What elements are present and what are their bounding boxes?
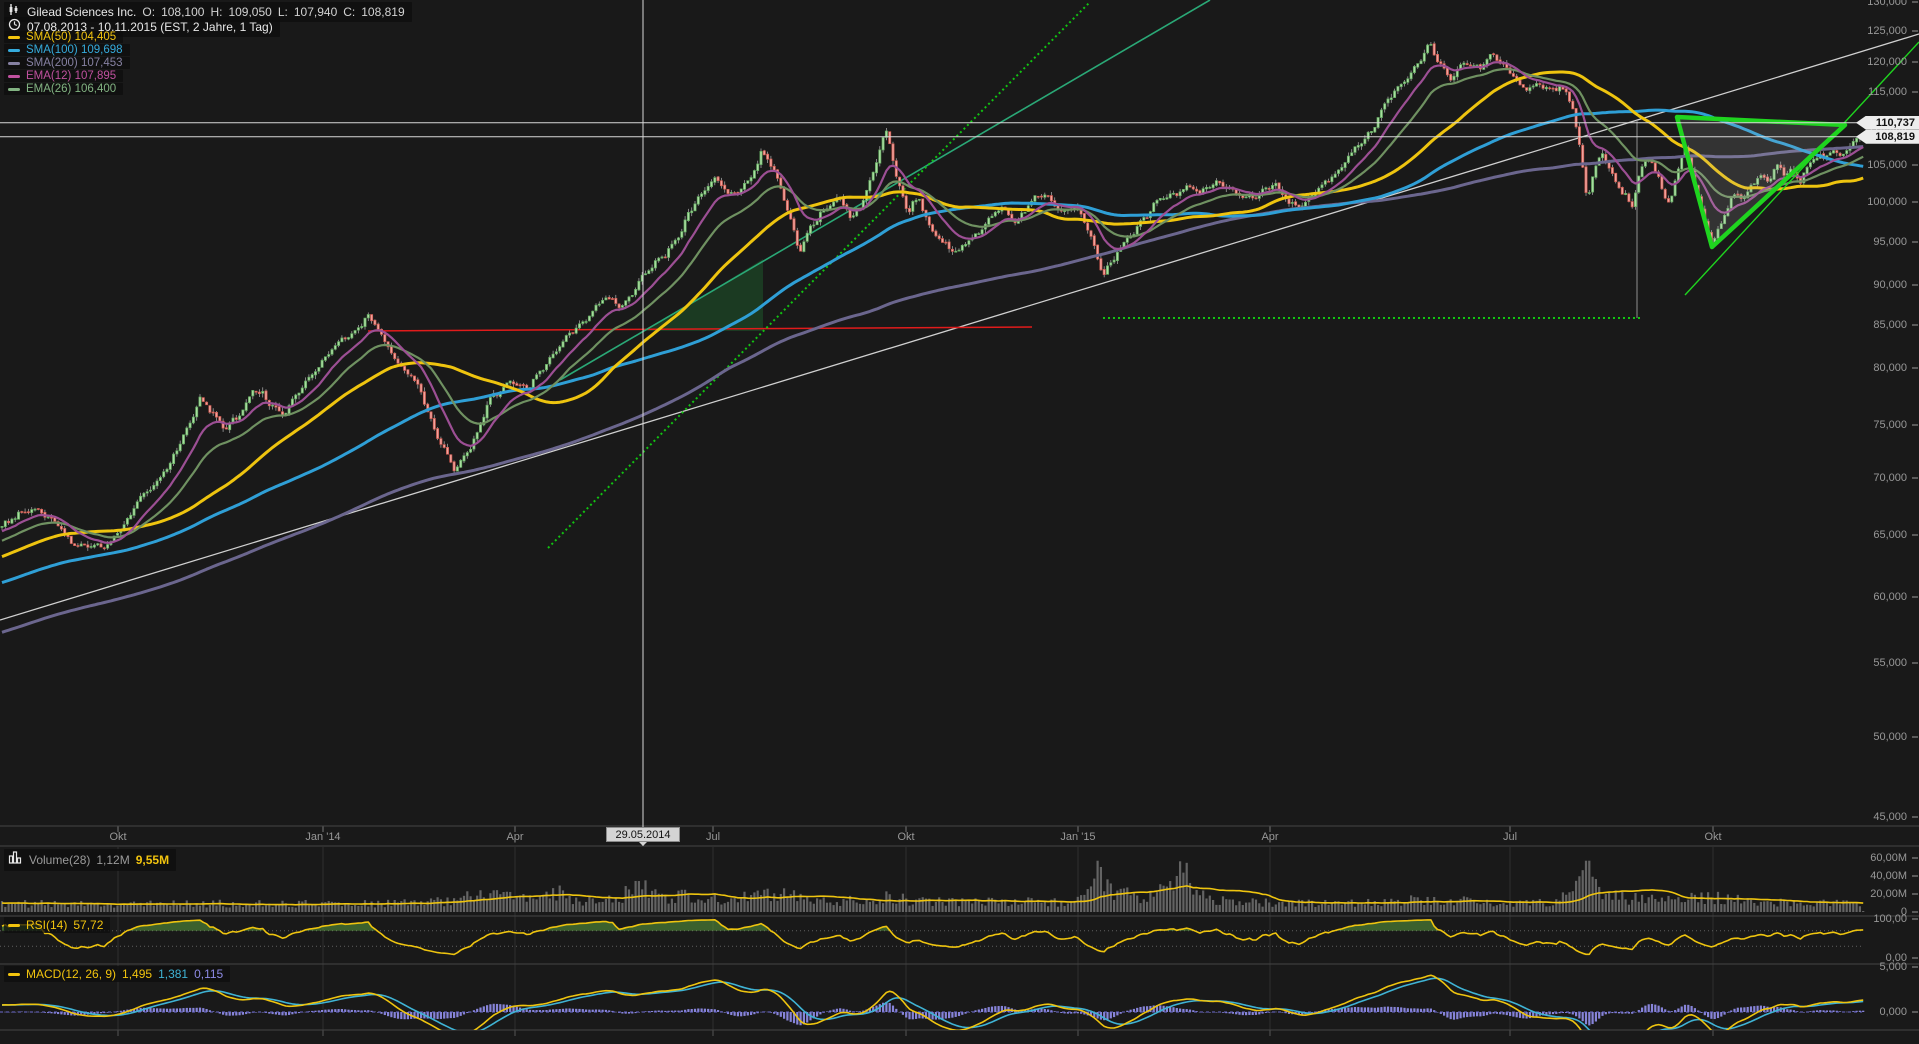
ema12-line — [2, 62, 1863, 543]
rsi-panel — [0, 920, 1863, 955]
rsi-label: RSI(14) — [26, 918, 67, 932]
crosshair-price-tag: 110,737 — [1856, 116, 1919, 130]
trading-chart-app: Gilead Sciences Inc. O: 108,100 H: 109,0… — [0, 0, 1919, 1044]
indicator-label-value: EMA(12) 107,895 — [26, 70, 116, 82]
price-axis-label: 105,000 — [1835, 159, 1907, 171]
time-axis-label: Okt — [78, 831, 158, 843]
rsi-line — [2, 920, 1863, 955]
macd-signal-line — [2, 978, 1863, 1041]
macd-color-dash — [8, 973, 20, 976]
close-label: C: — [343, 5, 355, 19]
sma100-line — [2, 110, 1863, 582]
ema26-line — [2, 69, 1863, 541]
close-value: 108,819 — [361, 5, 404, 19]
price-axis-label: 120,000 — [1835, 56, 1907, 68]
price-axis-label: 85,000 — [1835, 319, 1907, 331]
time-axis-label: Apr — [475, 831, 555, 843]
rsi-color-dash — [8, 924, 20, 927]
indicator-legend-row-sma50[interactable]: SMA(50) 104,405 — [4, 31, 123, 43]
indicator-legend-row-sma100[interactable]: SMA(100) 109,698 — [4, 44, 130, 56]
price-axis-label: 50,000 — [1835, 731, 1907, 743]
indicator-color-dash — [8, 88, 20, 91]
volume-bars-icon — [8, 850, 23, 870]
time-axis-label: Okt — [1673, 831, 1753, 843]
indicator-color-dash — [8, 36, 20, 39]
indicator-legend-row-ema12[interactable]: EMA(12) 107,895 — [4, 70, 123, 82]
volume-ma-value: 9,55M — [136, 853, 169, 867]
time-axis-label: Apr — [1230, 831, 1310, 843]
time-axis-label: Jul — [673, 831, 753, 843]
price-axis-label: 90,000 — [1835, 279, 1907, 291]
volume-legend-row[interactable]: Volume(28) 1,12M 9,55M — [4, 849, 176, 871]
indicator-legend-row-sma200[interactable]: SMA(200) 107,453 — [4, 57, 130, 69]
macd-line — [2, 975, 1863, 1044]
macd-axis-label: 5,000 — [1835, 961, 1907, 973]
indicator-color-dash — [8, 49, 20, 52]
indicator-label-value: SMA(100) 109,698 — [26, 44, 123, 56]
price-axis-label: 75,000 — [1835, 419, 1907, 431]
indicator-label-value: SMA(50) 104,405 — [26, 31, 116, 43]
crosshair-date-tag: 29.05.2014 — [606, 827, 680, 842]
price-axis-label: 45,000 — [1835, 811, 1907, 823]
indicator-color-dash — [8, 75, 20, 78]
last-price-tag: 108,819 — [1856, 130, 1919, 144]
main-price-panel — [0, 0, 1919, 632]
volume-last-value: 1,12M — [96, 853, 129, 867]
volume-axis-label: 60,00M — [1835, 852, 1907, 864]
volume-axis-label: 20,00M — [1835, 888, 1907, 900]
time-axis-label: Jan '15 — [1038, 831, 1118, 843]
macd-axis-label: 0,000 — [1835, 1006, 1907, 1018]
price-axis-label: 65,000 — [1835, 529, 1907, 541]
price-axis-label: 55,000 — [1835, 657, 1907, 669]
macd-label: MACD(12, 26, 9) — [26, 967, 116, 981]
low-value: 107,940 — [294, 5, 337, 19]
volume-panel — [1, 861, 1864, 912]
volume-axis-label: 40,00M — [1835, 870, 1907, 882]
time-axis-label: Okt — [866, 831, 946, 843]
volume-ma-line — [2, 886, 1863, 905]
macd-panel — [0, 975, 1864, 1044]
indicator-label-value: SMA(200) 107,453 — [26, 57, 123, 69]
indicator-label-value: EMA(26) 106,400 — [26, 83, 116, 95]
price-axis-label: 100,000 — [1835, 196, 1907, 208]
grid-layer — [0, 2, 1919, 1036]
price-axis-label: 130,000 — [1835, 0, 1907, 8]
chart-canvas[interactable] — [0, 0, 1919, 1044]
rsi-value: 57,72 — [73, 918, 103, 932]
sma200-line — [2, 147, 1863, 633]
macd-hist-value: 0,115 — [194, 967, 223, 981]
price-axis-label: 125,000 — [1835, 25, 1907, 37]
price-axis-label: 80,000 — [1835, 362, 1907, 374]
price-axis-label: 60,000 — [1835, 591, 1907, 603]
time-axis-label: Jul — [1470, 831, 1550, 843]
indicator-color-dash — [8, 62, 20, 65]
macd-signal-value: 1,381 — [158, 967, 188, 981]
price-axis-label: 95,000 — [1835, 236, 1907, 248]
volume-label: Volume(28) — [29, 853, 90, 867]
price-axis-label: 115,000 — [1835, 86, 1907, 98]
indicator-legend-row-ema26[interactable]: EMA(26) 106,400 — [4, 83, 123, 95]
rsi-axis-label: 100,00 — [1835, 913, 1907, 925]
time-axis-label: Jan '14 — [283, 831, 363, 843]
price-axis-label: 70,000 — [1835, 472, 1907, 484]
rsi-legend-row[interactable]: RSI(14) 57,72 — [4, 917, 110, 933]
macd-value: 1,495 — [122, 967, 152, 981]
macd-legend-row[interactable]: MACD(12, 26, 9) 1,495 1,381 0,115 — [4, 966, 230, 982]
crosshair-layer — [0, 0, 1919, 846]
